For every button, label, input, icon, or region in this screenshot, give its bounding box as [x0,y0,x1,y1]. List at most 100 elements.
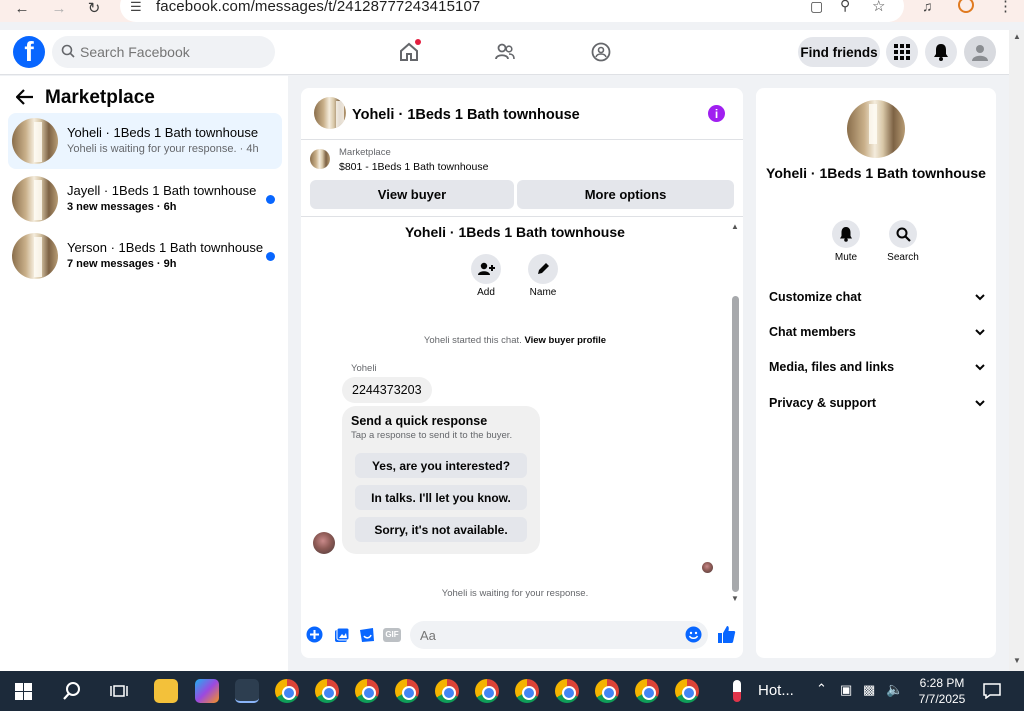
conversation-name: Jayell · 1Beds 1 Bath townhouse [67,183,257,198]
thumbs-up-icon[interactable] [716,624,736,644]
marketplace-title: Marketplace [45,87,155,108]
home-icon[interactable] [395,38,423,66]
chat-members-row[interactable]: Chat members [769,321,985,343]
conversation-item-yerson[interactable]: Yerson · 1Beds 1 Bath townhouse 7 new me… [8,228,282,284]
search-input[interactable] [80,36,270,68]
find-friends-button[interactable]: Find friends [798,37,880,67]
photo-icon[interactable] [333,626,350,643]
chat-scrollbar[interactable]: ▲ ▼ [731,222,739,603]
unread-dot [266,195,275,204]
plus-circle-icon[interactable] [306,626,323,643]
listing-price-title[interactable]: $801 - 1Beds 1 Bath townhouse [339,161,488,173]
address-bar[interactable]: ☰ facebook.com/messages/t/24128777243415… [120,0,904,22]
chat-title[interactable]: Yoheli · 1Beds 1 Bath townhouse [352,107,580,123]
pinned-app-icon[interactable] [235,679,259,703]
notification-center-icon[interactable] [983,683,1001,699]
message-composer: GIF [301,620,743,658]
zoom-icon[interactable]: ⚲ [840,0,850,14]
chrome-icon[interactable] [595,679,619,703]
conversation-name: Yerson · 1Beds 1 Bath townhouse [67,240,264,255]
customize-chat-row[interactable]: Customize chat [769,286,985,308]
weather-text[interactable]: Hot... [758,682,794,699]
view-buyer-profile-link[interactable]: View buyer profile [524,335,606,346]
chat-header: Yoheli · 1Beds 1 Bath townhouse i [301,88,743,140]
gif-icon[interactable]: GIF [383,626,401,643]
name-button[interactable] [528,254,558,284]
forward-icon[interactable]: → [48,0,70,17]
friends-icon[interactable] [491,38,519,66]
windows-start-icon[interactable] [15,683,32,700]
chrome-icon[interactable] [475,679,499,703]
emoji-icon[interactable] [685,626,702,643]
page-scroll-down-icon[interactable]: ▼ [1013,656,1021,665]
page-scroll-up-icon[interactable]: ▲ [1013,32,1021,41]
message-input[interactable] [410,621,708,649]
reload-icon[interactable]: ↻ [83,0,105,17]
chrome-icon[interactable] [435,679,459,703]
sticker-icon[interactable] [358,626,375,643]
conversation-item-jayell[interactable]: Jayell · 1Beds 1 Bath townhouse 3 new me… [8,171,282,227]
scroll-down-icon[interactable]: ▼ [731,594,739,603]
search-label: Search [887,252,919,263]
chrome-icon[interactable] [675,679,699,703]
chat-header-avatar[interactable] [314,97,346,129]
add-person-button[interactable] [471,254,501,284]
conversation-name: Yoheli · 1Beds 1 Bath townhouse [67,125,259,140]
bookmark-star-icon[interactable]: ☆ [872,0,885,15]
section-label: Chat members [769,325,856,339]
listing-thumbnail [12,233,58,279]
quick-response-in-talks[interactable]: In talks. I'll let you know. [355,485,527,510]
scroll-thumb[interactable] [732,296,739,592]
marketplace-label: Marketplace [339,147,391,158]
sender-avatar[interactable] [313,532,335,554]
chrome-icon[interactable] [315,679,339,703]
install-icon[interactable]: ▢ [810,0,823,15]
back-icon[interactable]: ← [11,0,33,17]
clock-date: 7/7/2025 [918,692,966,706]
chrome-icon[interactable] [555,679,579,703]
volume-icon[interactable]: 🔈 [886,681,903,698]
menu-dots-icon[interactable]: ⋮ [998,0,1013,15]
chrome-icon[interactable] [275,679,299,703]
notifications-bell-icon[interactable] [925,36,957,68]
chrome-icon[interactable] [395,679,419,703]
quick-response-interested[interactable]: Yes, are you interested? [355,453,527,478]
view-buyer-button[interactable]: View buyer [310,180,514,209]
chevron-up-icon[interactable]: ⌃ [816,681,827,697]
chrome-icon[interactable] [515,679,539,703]
chrome-icon[interactable] [355,679,379,703]
more-options-button[interactable]: More options [517,180,734,209]
site-info-icon[interactable]: ☰ [130,0,142,15]
copilot-icon[interactable] [195,679,219,703]
clock-time: 6:28 PM [919,676,965,690]
network-icon[interactable]: ▩ [863,682,875,698]
thermometer-icon[interactable] [733,680,741,702]
back-arrow-icon[interactable] [16,89,34,105]
conversation-avatar[interactable] [847,100,905,158]
mute-button[interactable] [832,220,860,248]
groups-icon[interactable] [587,38,615,66]
clock[interactable]: 6:28 PM 7/7/2025 [912,675,972,707]
conversation-item-yoheli[interactable]: Yoheli · 1Beds 1 Bath townhouse Yoheli i… [8,113,282,169]
search-icon [61,44,75,58]
chrome-icon[interactable] [635,679,659,703]
file-explorer-icon[interactable] [154,679,178,703]
search-conversation-button[interactable] [889,220,917,248]
account-avatar[interactable] [964,36,996,68]
menu-grid-icon[interactable] [886,36,918,68]
facebook-logo[interactable]: f [13,36,45,68]
info-icon[interactable]: i [708,105,725,122]
page-scrollbar[interactable]: ▲ ▼ [1009,30,1024,671]
quick-response-not-available[interactable]: Sorry, it's not available. [355,517,527,542]
hardware-icon[interactable]: ▣ [840,682,852,698]
profile-icon[interactable] [958,0,974,13]
media-icon[interactable]: ♫ [922,0,933,14]
media-files-links-row[interactable]: Media, files and links [769,356,985,378]
search-box[interactable] [52,36,275,68]
privacy-support-row[interactable]: Privacy & support [769,392,985,414]
scroll-up-icon[interactable]: ▲ [731,222,739,231]
chat-panel: Yoheli · 1Beds 1 Bath townhouse i Market… [301,88,743,658]
task-view-icon[interactable] [110,683,128,699]
taskbar-search-icon[interactable] [62,681,82,701]
message-bubble[interactable]: 2244373203 [342,377,432,403]
